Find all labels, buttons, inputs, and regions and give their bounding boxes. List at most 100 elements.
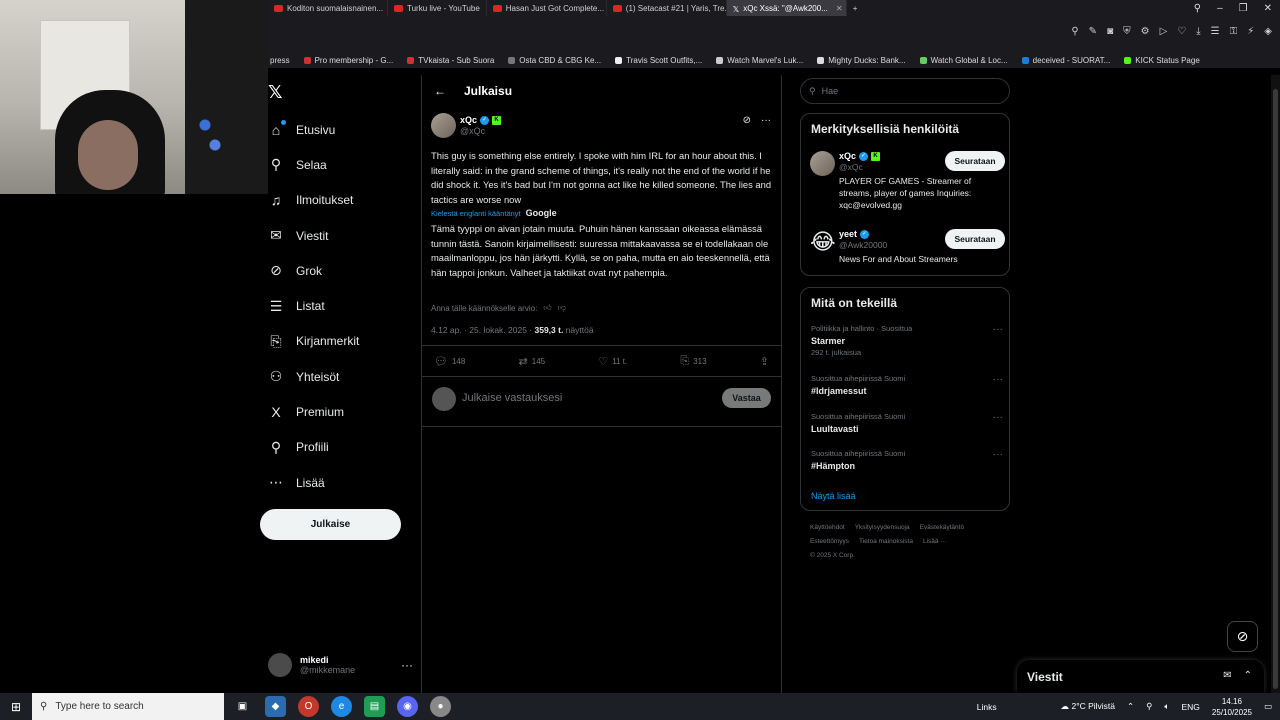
download-icon[interactable]: ⤓ [1196,26,1200,37]
thumbs-up-icon[interactable]: 👍︎ [543,303,551,313]
browser-tab[interactable]: Koditon suomalaisnainen... [268,0,388,16]
app-icon[interactable]: ● [430,696,451,717]
weather-widget[interactable]: ☁ 2°C Pilvistä [1061,701,1115,712]
following-button[interactable]: Seurataan [945,151,1005,171]
trend-item[interactable]: Suosittua aihepiirissä Suomi #Hämpton ··… [811,449,1003,471]
new-tab-button[interactable]: + [847,0,864,16]
nav-item-profiili[interactable]: ⚲ Profiili [268,430,418,465]
search-input[interactable] [821,86,992,96]
browser-tab[interactable]: Turku live - YouTube [388,0,487,16]
bookmark-item[interactable]: KICK Status Page [1124,56,1200,65]
volume-icon[interactable]: 🔈︎ [1164,701,1169,712]
messages-drawer[interactable]: Viestit ✉ ⌃ [1017,660,1264,693]
nav-item-grok[interactable]: ⊘ Grok [268,253,418,288]
grok-icon[interactable]: ⊘ [743,115,751,126]
post-timestamp[interactable]: 4.12 ap. · 25. lokak. 2025 · [431,325,534,335]
scrollbar-thumb[interactable] [1273,89,1278,689]
wallet-icon[interactable]: ◈ [1264,26,1272,37]
screenshot-icon[interactable]: ◙ [1107,26,1113,37]
clock[interactable]: 14.16 25/10/2025 [1212,696,1252,718]
nav-item-lisää[interactable]: ⋯ Lisää [268,465,418,500]
language-indicator[interactable]: ENG [1182,702,1200,712]
bookmark-item[interactable]: TVkaista - Sub Suora [407,56,494,65]
post-button[interactable]: Julkaise [260,509,401,540]
network-icon[interactable]: ⚲ [1146,701,1152,712]
play-icon[interactable]: ▷ [1160,26,1168,37]
taskbar-search[interactable]: ⚲ [32,693,224,720]
page-scrollbar[interactable] [1271,75,1280,693]
back-arrow-icon[interactable]: ← [434,84,446,98]
vpn-icon[interactable]: ⚡ [1247,26,1254,37]
windows-start-icon[interactable]: ⊞ [0,693,32,720]
task-view-icon[interactable]: ▣ [232,696,253,717]
search-icon[interactable]: ⚲ [1194,3,1201,14]
more-icon[interactable]: ··· [993,324,1003,335]
edit-icon[interactable]: ✎ [1089,26,1097,37]
trend-item[interactable]: Suosittua aihepiirissä Suomi Luultavasti… [811,412,1003,434]
discord-icon[interactable]: ◉ [397,696,418,717]
bookmark-item[interactable]: press [270,56,290,65]
account-switcher[interactable]: mikedi @mikkemane ··· [268,650,413,680]
shield-icon[interactable]: ⛨ [1123,26,1131,37]
trend-item[interactable]: Politiikka ja hallinto · Suosittua Starm… [811,324,1003,357]
heart-icon[interactable]: ♡ [1177,26,1186,37]
menu-icon[interactable]: ☰ [1211,26,1220,37]
chevron-up-icon[interactable]: ⌃ [1244,670,1252,681]
nav-item-ilmoitukset[interactable]: ♫ Ilmoitukset [268,183,418,218]
trend-item[interactable]: Suosittua aihepiirissä Suomi #Idrjamessu… [811,374,1003,396]
footer-link[interactable]: Yksityisyydensuoja [855,524,910,531]
reply-submit-button[interactable]: Vastaa [722,388,771,408]
author-handle[interactable]: @xQc [460,126,485,136]
notification-icon[interactable]: ▭ [1264,701,1272,712]
more-icon[interactable]: ··· [761,115,771,126]
app-icon[interactable]: ▤ [364,696,385,717]
browser-tab-active[interactable]: 𝕏xQc Xssä: "@Awk200... ✕ [726,0,847,16]
footer-link[interactable]: Tietoa mainoksista [859,538,913,545]
nav-item-premium[interactable]: X Premium [268,394,418,429]
who-item[interactable]: 😂 yeet ✓ @Awk20000 News For and About Str… [810,229,1005,269]
thumbs-down-icon[interactable]: 👎︎ [558,303,566,313]
links-toolbar[interactable]: Links [977,702,997,712]
bookmark-item[interactable]: Osta CBD & CBG Ke... [508,56,601,65]
nav-item-kirjanmerkit[interactable]: ⎘ Kirjanmerkit [268,324,418,359]
like-button[interactable]: ♡ 11 t. [598,355,627,368]
following-button[interactable]: Seurataan [945,229,1005,249]
app-icon[interactable]: ◆ [265,696,286,717]
compose-message-icon[interactable]: ✉ [1223,670,1231,681]
grok-button[interactable]: ⊘ [1227,621,1258,652]
reply-input[interactable] [462,391,662,405]
show-more-link[interactable]: Näytä lisää [811,491,856,501]
chevron-up-icon[interactable]: ⌃ [1127,701,1134,712]
browser-tab[interactable]: (1) Setacast #21 | Yaris, Tre... [607,0,727,16]
avatar[interactable] [431,113,456,138]
footer-link[interactable]: Evästekäytäntö [920,524,964,531]
repost-button[interactable]: ⇄ 145 [519,355,546,368]
nav-item-selaa[interactable]: ⚲ Selaa [268,147,418,182]
more-icon[interactable]: ··· [401,658,413,672]
minimize-icon[interactable]: – [1217,3,1223,14]
bookmark-item[interactable]: deceived - SUORAT... [1021,56,1110,65]
opera-icon[interactable]: O [298,696,319,717]
who-item[interactable]: xQc ✓ K @xQc PLAYER OF GAMES - Streamer of… [810,151,1005,211]
browser-tab[interactable]: Hasan Just Got Complete... [487,0,607,16]
footer-link[interactable]: Esteettömyys [810,538,849,545]
bookmark-item[interactable]: Travis Scott Outfits,... [615,56,702,65]
edge-icon[interactable]: e [331,696,352,717]
nav-item-etusivu[interactable]: ⌂ Etusivu [268,112,418,147]
search-box[interactable]: ⚲ [800,78,1010,104]
nav-item-yhteisöt[interactable]: ⚇ Yhteisöt [268,359,418,394]
more-icon[interactable]: ··· [993,449,1003,460]
bookmark-item[interactable]: Watch Global & Loc... [919,56,1008,65]
close-icon[interactable]: ✕ [836,4,843,13]
footer-link[interactable]: Lisää ··· [923,538,947,545]
nav-item-listat[interactable]: ☰ Listat [268,288,418,323]
camera-icon[interactable]: ⚲ [1071,26,1078,37]
x-logo-icon[interactable]: 𝕏 [268,82,288,102]
more-icon[interactable]: ··· [993,412,1003,423]
share-button[interactable]: ⇪ [760,355,769,368]
footer-link[interactable]: Käyttöehdot [810,524,845,531]
bookmark-item[interactable]: Pro membership - G... [303,56,393,65]
maximize-icon[interactable]: ❐ [1239,3,1248,14]
bookmark-item[interactable]: Mighty Ducks: Bank... [817,56,906,65]
bookmark-item[interactable]: Watch Marvel's Luk... [716,56,803,65]
